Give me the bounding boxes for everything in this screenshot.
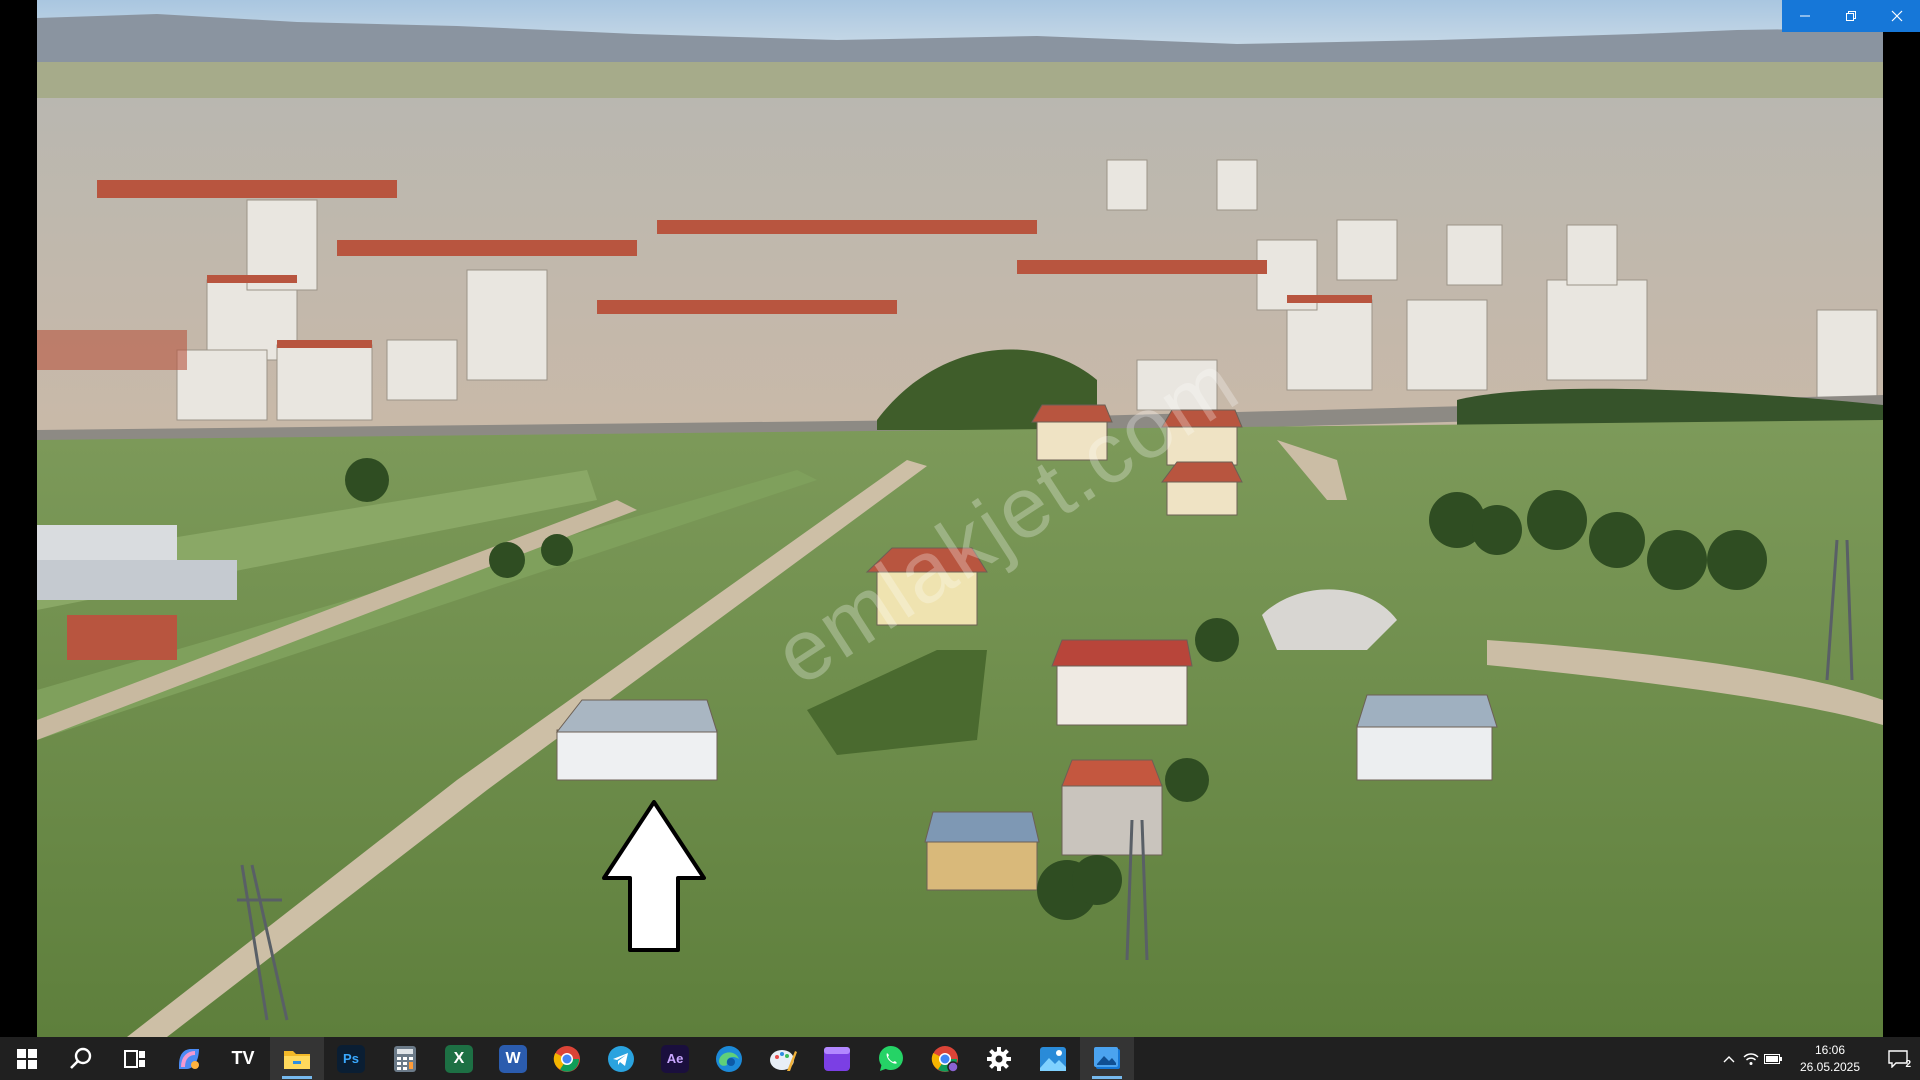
calculator-icon <box>394 1045 416 1072</box>
photos-button[interactable] <box>1026 1037 1080 1080</box>
copilot-icon <box>179 1048 199 1069</box>
after-effects-button[interactable]: Ae <box>648 1037 702 1080</box>
word-icon: W <box>499 1044 527 1073</box>
chrome-icon <box>553 1045 580 1072</box>
tradingview-button[interactable]: TV <box>216 1037 270 1080</box>
network-button[interactable] <box>1740 1037 1762 1080</box>
telegram-icon <box>608 1045 634 1072</box>
task-view-button[interactable] <box>108 1037 162 1080</box>
whatsapp-button[interactable] <box>864 1037 918 1080</box>
search-icon <box>70 1047 92 1069</box>
start-icon <box>17 1048 37 1069</box>
edge-button[interactable] <box>702 1037 756 1080</box>
task-view-icon <box>124 1049 145 1068</box>
edge-icon <box>716 1045 742 1072</box>
show-hidden-icons-button[interactable] <box>1718 1037 1740 1080</box>
system-tray: 16:06 26.05.2025 2 <box>1718 1037 1920 1080</box>
file-explorer-button[interactable] <box>270 1037 324 1080</box>
notification-count: 2 <box>1905 1059 1911 1070</box>
minimize-icon <box>1800 15 1810 17</box>
wifi-icon <box>1743 1052 1759 1065</box>
after-effects-icon: Ae <box>661 1044 689 1073</box>
photoshop-button[interactable]: Ps <box>324 1037 378 1080</box>
chrome-button[interactable] <box>540 1037 594 1080</box>
clock[interactable]: 16:06 26.05.2025 <box>1784 1042 1876 1076</box>
chevron-up-icon <box>1723 1055 1735 1062</box>
clipchamp-icon <box>824 1046 850 1071</box>
restore-icon <box>1846 11 1856 21</box>
whatsapp-icon <box>879 1045 903 1071</box>
search-button[interactable] <box>54 1037 108 1080</box>
battery-icon <box>1764 1053 1782 1064</box>
copilot-button[interactable] <box>162 1037 216 1080</box>
close-icon <box>1891 10 1903 22</box>
clock-time: 16:06 <box>1814 1042 1846 1057</box>
photo-viewer-icon <box>1094 1046 1120 1069</box>
taskbar: TV Ps X W Ae 16:06 26.05.2025 2 <box>0 1037 1920 1080</box>
telegram-button[interactable] <box>594 1037 648 1080</box>
excel-button[interactable]: X <box>432 1037 486 1080</box>
window-controls <box>1782 0 1920 32</box>
arrow-up-icon <box>602 800 706 952</box>
clipchamp-button[interactable] <box>810 1037 864 1080</box>
minimize-button[interactable] <box>1782 0 1828 32</box>
photoshop-icon: Ps <box>337 1044 365 1073</box>
start-button[interactable] <box>0 1037 54 1080</box>
settings-button[interactable] <box>972 1037 1026 1080</box>
settings-icon <box>987 1046 1011 1071</box>
tradingview-icon: TV <box>231 1048 255 1068</box>
paint-icon <box>770 1049 797 1071</box>
calculator-button[interactable] <box>378 1037 432 1080</box>
chrome-profile-icon <box>931 1045 959 1073</box>
word-button[interactable]: W <box>486 1037 540 1080</box>
excel-icon: X <box>445 1044 473 1073</box>
restore-button[interactable] <box>1828 0 1874 32</box>
paint-button[interactable] <box>756 1037 810 1080</box>
close-button[interactable] <box>1874 0 1920 32</box>
notification-center-button[interactable]: 2 <box>1876 1037 1920 1080</box>
battery-button[interactable] <box>1762 1037 1784 1080</box>
photo-viewer-window: emlakjet.com <box>0 0 1920 1037</box>
aerial-photo: emlakjet.com <box>37 0 1883 1037</box>
photo-viewer-button[interactable] <box>1080 1037 1134 1080</box>
photos-icon <box>1040 1046 1066 1071</box>
clock-date: 26.05.2025 <box>1799 1059 1861 1074</box>
file-explorer-icon <box>284 1050 310 1069</box>
chrome-profile-button[interactable] <box>918 1037 972 1080</box>
